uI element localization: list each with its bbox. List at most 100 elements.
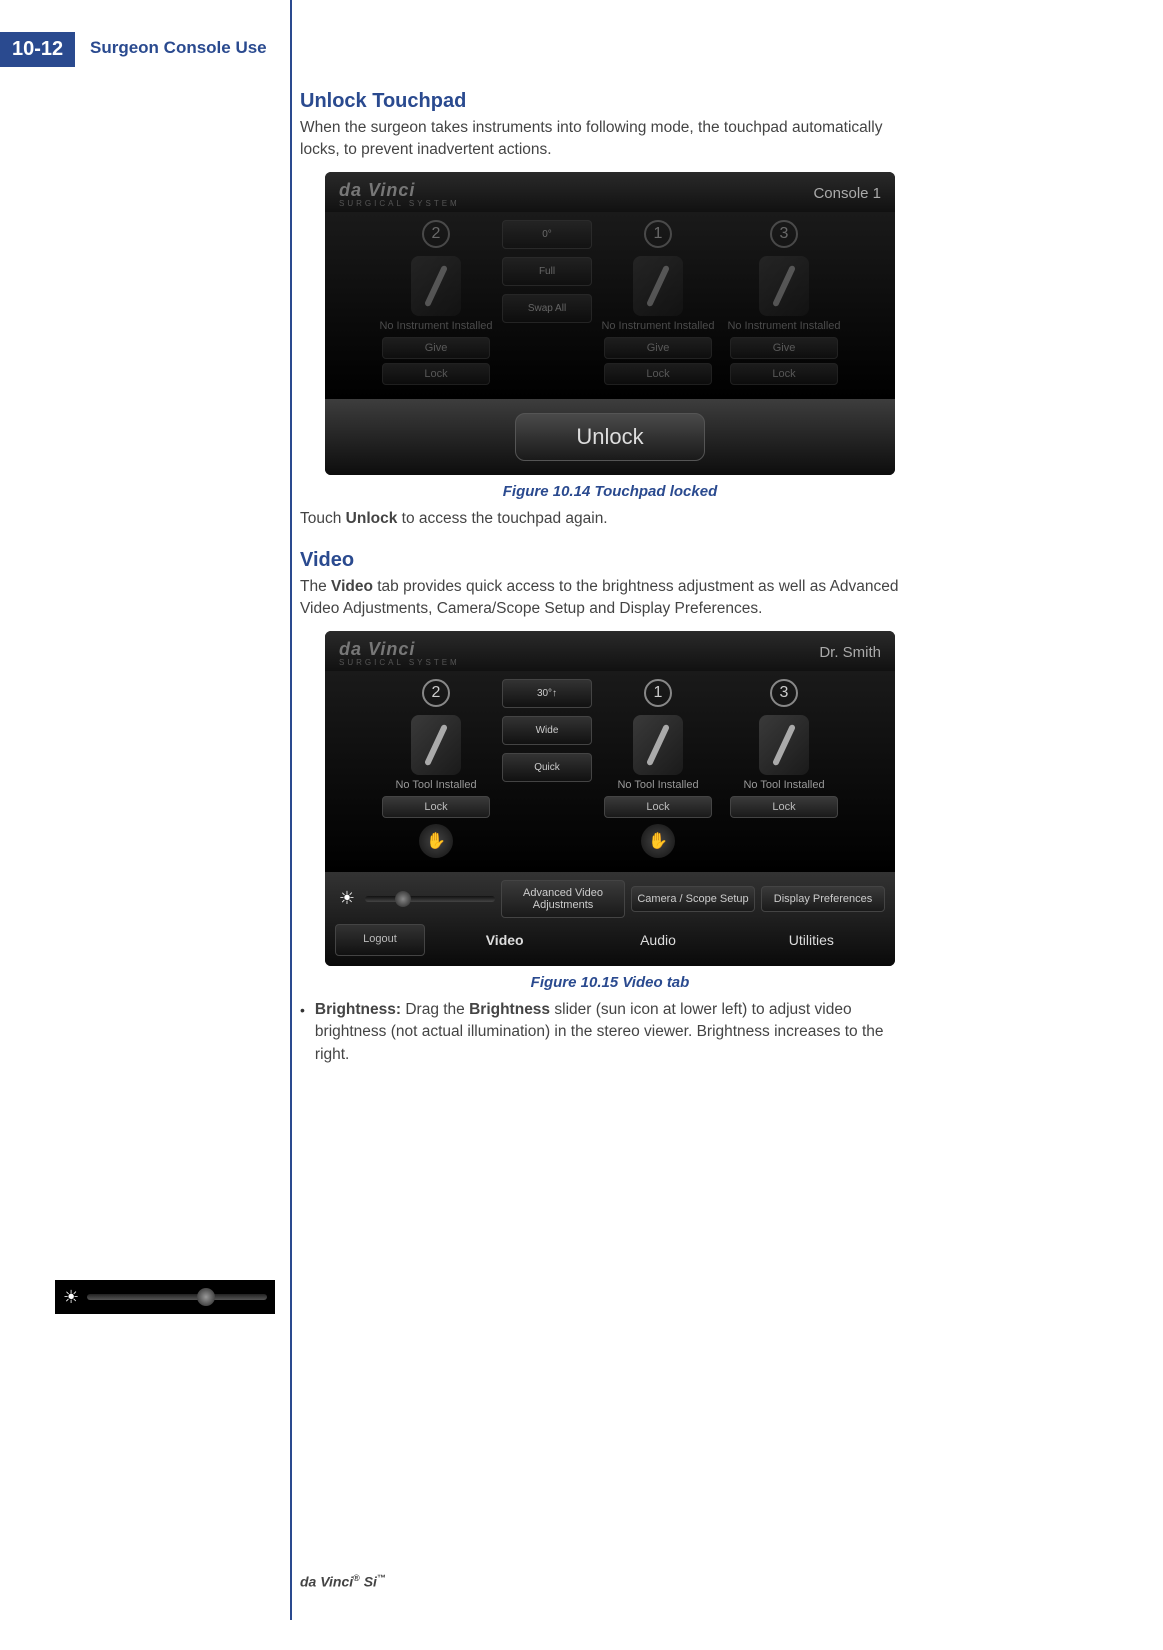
footer-model: Si bbox=[364, 1574, 377, 1590]
ss1-header: da Vinci SURGICAL SYSTEM Console 1 bbox=[325, 172, 895, 212]
arm-number-2: 2 bbox=[422, 220, 450, 248]
ss1-logo: da Vinci SURGICAL SYSTEM bbox=[339, 180, 460, 208]
tabs-row: Logout Video Audio Utilities bbox=[335, 924, 885, 956]
paragraph-touch-unlock: Touch Unlock to access the touchpad agai… bbox=[300, 508, 920, 530]
tm-mark: ™ bbox=[377, 1573, 386, 1583]
paragraph-unlock-intro: When the surgeon takes instruments into … bbox=[300, 117, 920, 162]
logout-button[interactable]: Logout bbox=[335, 924, 425, 956]
arm-number-2: 2 bbox=[422, 679, 450, 707]
bold-video: Video bbox=[331, 578, 373, 595]
reg-mark: ® bbox=[353, 1573, 360, 1583]
lock-button[interactable]: Lock bbox=[382, 363, 490, 385]
unlock-button[interactable]: Unlock bbox=[515, 413, 704, 461]
brightness-slider[interactable] bbox=[87, 1294, 267, 1300]
main-content: Unlock Touchpad When the surgeon takes i… bbox=[300, 90, 920, 1066]
instrument-icon bbox=[633, 256, 683, 316]
arm-status: No Instrument Installed bbox=[727, 320, 840, 333]
arm-number-1: 1 bbox=[644, 679, 672, 707]
arm-col-3: 3 No Instrument Installed Give Lock bbox=[724, 220, 844, 385]
arm-col-2: 2 No Tool Installed Lock ✋ bbox=[376, 679, 496, 858]
text: Touch bbox=[300, 510, 346, 527]
instrument-icon bbox=[759, 256, 809, 316]
tab-video[interactable]: Video bbox=[431, 924, 578, 956]
text: tab provides quick access to the brightn… bbox=[300, 578, 899, 617]
instrument-icon bbox=[633, 715, 683, 775]
paragraph-video-intro: The Video tab provides quick access to t… bbox=[300, 576, 920, 621]
tab-audio[interactable]: Audio bbox=[584, 924, 731, 956]
davinci-logo-sub: SURGICAL SYSTEM bbox=[339, 199, 460, 208]
instrument-icon bbox=[411, 256, 461, 316]
quick-button[interactable]: Quick bbox=[502, 753, 592, 782]
brightness-slider[interactable] bbox=[365, 896, 495, 902]
chapter-title: Surgeon Console Use bbox=[90, 38, 267, 58]
lock-button[interactable]: Lock bbox=[730, 796, 838, 818]
vertical-rule bbox=[290, 0, 292, 1620]
ss2-bottom: ☀ Advanced Video Adjustments Camera / Sc… bbox=[325, 872, 895, 966]
bold-brightness: Brightness bbox=[469, 1001, 550, 1018]
caption-figure-10-15: Figure 10.15 Video tab bbox=[300, 974, 920, 991]
ss2-body: 2 No Tool Installed Lock ✋ 30°↑ Wide Qui… bbox=[325, 671, 895, 872]
wide-button[interactable]: Wide bbox=[502, 716, 592, 745]
instrument-icon bbox=[759, 715, 809, 775]
davinci-logo-sub: SURGICAL SYSTEM bbox=[339, 658, 460, 667]
figure-touchpad-locked: da Vinci SURGICAL SYSTEM Console 1 2 No … bbox=[325, 172, 895, 475]
brightness-thumb[interactable] bbox=[197, 1288, 215, 1306]
center-col: 0° Full Swap All bbox=[502, 220, 592, 385]
brightness-row: ☀ Advanced Video Adjustments Camera / Sc… bbox=[335, 880, 885, 918]
heading-video: Video bbox=[300, 549, 920, 572]
bold-unlock: Unlock bbox=[346, 510, 398, 527]
give-button[interactable]: Give bbox=[382, 337, 490, 359]
lock-button[interactable]: Lock bbox=[382, 796, 490, 818]
bullet-text: Brightness: Drag the Brightness slider (… bbox=[315, 999, 920, 1066]
arm-col-1: 1 No Instrument Installed Give Lock bbox=[598, 220, 718, 385]
give-button[interactable]: Give bbox=[730, 337, 838, 359]
arm-status: No Tool Installed bbox=[395, 779, 476, 792]
bullet-brightness: • Brightness: Drag the Brightness slider… bbox=[300, 999, 920, 1066]
hand-icon[interactable]: ✋ bbox=[419, 824, 453, 858]
arm-col-2: 2 No Instrument Installed Give Lock bbox=[376, 220, 496, 385]
brightness-thumb[interactable] bbox=[395, 891, 411, 907]
arm-col-1: 1 No Tool Installed Lock ✋ bbox=[598, 679, 718, 858]
arm-status: No Instrument Installed bbox=[601, 320, 714, 333]
lock-button[interactable]: Lock bbox=[604, 796, 712, 818]
advanced-video-button[interactable]: Advanced Video Adjustments bbox=[501, 880, 625, 918]
camera-scope-button[interactable]: Camera / Scope Setup bbox=[631, 886, 755, 912]
instrument-icon bbox=[411, 715, 461, 775]
arm-number-3: 3 bbox=[770, 679, 798, 707]
ss1-body: 2 No Instrument Installed Give Lock 0° F… bbox=[325, 212, 895, 399]
console-label: Console 1 bbox=[813, 185, 881, 202]
lock-button[interactable]: Lock bbox=[730, 363, 838, 385]
footer-brand: da Vinci® Si™ bbox=[300, 1573, 386, 1590]
footer-davinci: da Vinci bbox=[300, 1574, 353, 1590]
center-col: 30°↑ Wide Quick bbox=[502, 679, 592, 858]
figure-video-tab: da Vinci SURGICAL SYSTEM Dr. Smith 2 No … bbox=[325, 631, 895, 966]
lock-button[interactable]: Lock bbox=[604, 363, 712, 385]
text: Drag the bbox=[401, 1001, 469, 1018]
caption-figure-10-14: Figure 10.14 Touchpad locked bbox=[300, 483, 920, 500]
davinci-logo: da Vinci bbox=[339, 639, 415, 659]
brightness-icon: ☀ bbox=[63, 1287, 79, 1308]
arm-col-3: 3 No Tool Installed Lock bbox=[724, 679, 844, 858]
give-button[interactable]: Give bbox=[604, 337, 712, 359]
ss2-logo: da Vinci SURGICAL SYSTEM bbox=[339, 639, 460, 667]
tab-utilities[interactable]: Utilities bbox=[738, 924, 885, 956]
swap-all-button[interactable]: Swap All bbox=[502, 294, 592, 323]
arm-status: No Tool Installed bbox=[743, 779, 824, 792]
heading-unlock-touchpad: Unlock Touchpad bbox=[300, 90, 920, 113]
margin-brightness-slider: ☀ bbox=[55, 1280, 275, 1314]
arm-number-3: 3 bbox=[770, 220, 798, 248]
arm-status: No Instrument Installed bbox=[379, 320, 492, 333]
ss2-header: da Vinci SURGICAL SYSTEM Dr. Smith bbox=[325, 631, 895, 671]
brightness-icon: ☀ bbox=[335, 888, 359, 909]
bullet-marker: • bbox=[300, 999, 305, 1066]
angle-button[interactable]: 30°↑ bbox=[502, 679, 592, 708]
hand-icon[interactable]: ✋ bbox=[641, 824, 675, 858]
unlock-bar: Unlock bbox=[325, 399, 895, 475]
angle-button[interactable]: 0° bbox=[502, 220, 592, 249]
page-number-badge: 10-12 bbox=[0, 32, 75, 67]
text: The bbox=[300, 578, 331, 595]
bullet-label: Brightness: bbox=[315, 1001, 401, 1018]
display-prefs-button[interactable]: Display Preferences bbox=[761, 886, 885, 912]
arm-status: No Tool Installed bbox=[617, 779, 698, 792]
full-button[interactable]: Full bbox=[502, 257, 592, 286]
